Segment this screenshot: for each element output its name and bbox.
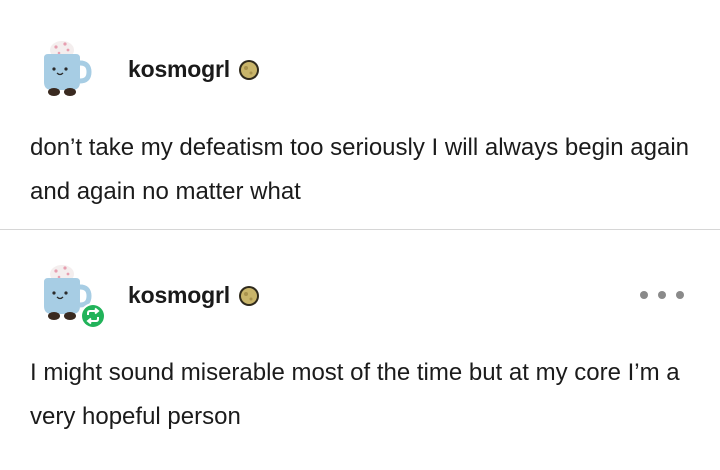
- username[interactable]: kosmogrl: [128, 282, 230, 309]
- post-divider: [0, 229, 720, 230]
- avatar-mug-icon[interactable]: [32, 36, 94, 98]
- username[interactable]: kosmogrl: [128, 56, 230, 83]
- post-reblog: kosmogrl I might sound miserable most of…: [0, 231, 720, 470]
- post-body-text: I might sound miserable most of the time…: [30, 359, 680, 430]
- post-original: kosmogrl don’t take my defeatism too ser…: [0, 0, 720, 230]
- more-options-icon: [676, 291, 684, 299]
- more-options-button[interactable]: [640, 283, 684, 307]
- post-header: kosmogrl: [128, 282, 260, 309]
- reblog-icon: [80, 303, 106, 329]
- post-body-text: don’t take my defeatism too seriously I …: [30, 134, 689, 205]
- more-options-icon: [658, 291, 666, 299]
- more-options-icon: [640, 291, 648, 299]
- post-header: kosmogrl: [128, 56, 260, 83]
- moon-badge-icon: [238, 59, 259, 80]
- moon-badge-icon: [238, 285, 259, 306]
